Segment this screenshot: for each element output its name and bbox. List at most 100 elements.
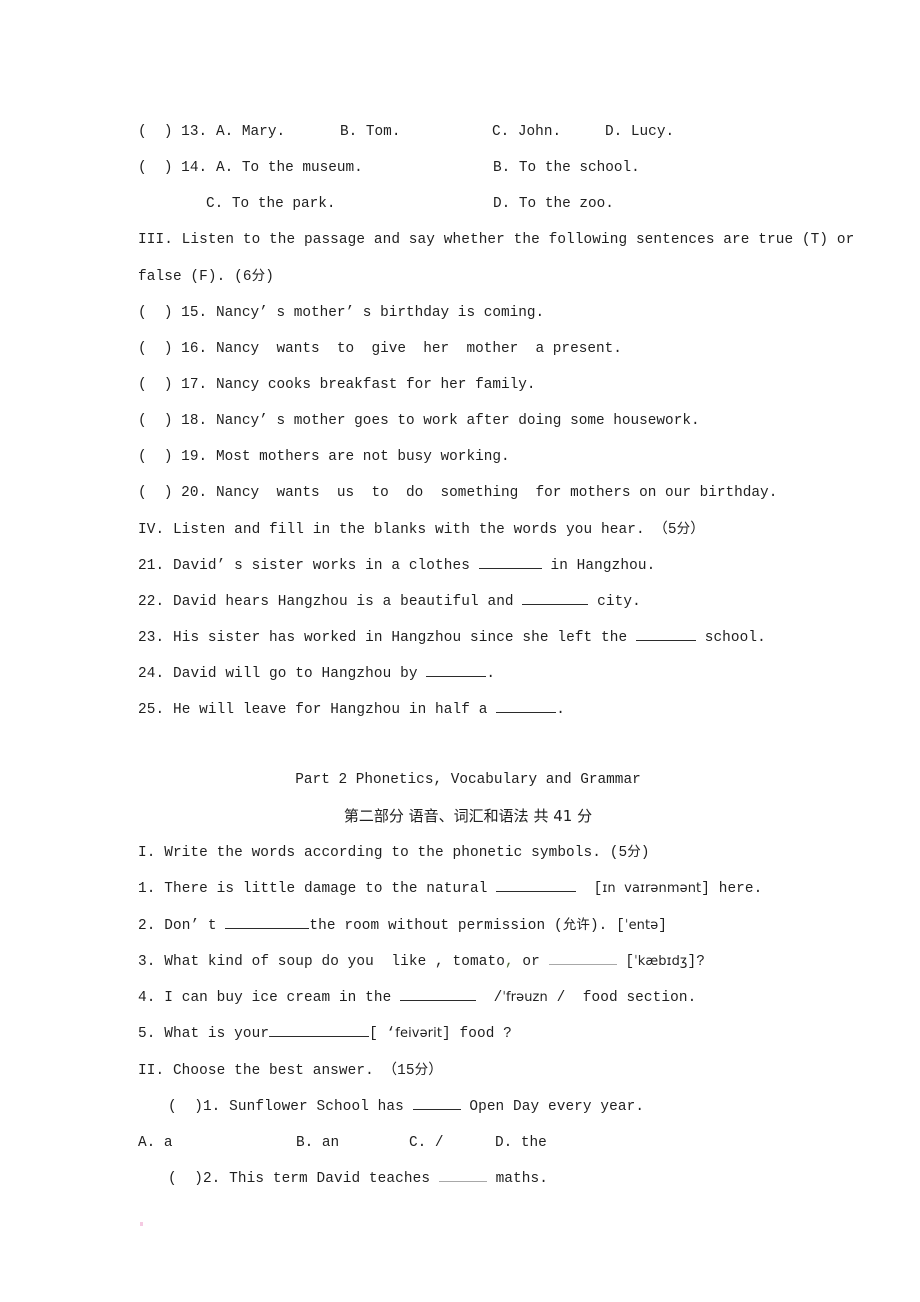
- q19-text: Most mothers are not busy working.: [216, 449, 510, 465]
- q18-marker: ( ) 18.: [138, 413, 208, 429]
- p2-number: 2.: [138, 918, 156, 934]
- part2-title-cn: 第二部分 语音、词汇和语法 共 41 分: [343, 807, 593, 825]
- phonetics-item-1: 1. There is little damage to the natural…: [138, 871, 798, 907]
- phonetics-item-5: 5. What is your [ ‘feivərit] food ?: [138, 1016, 798, 1052]
- question-23-row: 23. His sister has worked in Hangzhou si…: [138, 620, 798, 656]
- section-iv-heading: IV. Listen and fill in the blanks with t…: [138, 511, 798, 548]
- q25-before: He will leave for Hangzhou in half a: [172, 702, 497, 718]
- p3-before2: or: [513, 954, 549, 970]
- p2-before: Don’ t: [164, 918, 226, 934]
- q23-after: school.: [695, 630, 766, 646]
- p1-before: There is little damage to the natural: [164, 881, 497, 897]
- section-ii-heading-cn: 分: [414, 1062, 429, 1078]
- section-ii-heading-pre: II. Choose the best answer. （15: [138, 1063, 415, 1079]
- phonetics-item-4: 4. I can buy ice cream in the /ˈfrəuzn /…: [138, 980, 798, 1016]
- question-20-row: ( ) 20. Nancy wants us to do something f…: [138, 475, 798, 511]
- q25-number: 25.: [138, 702, 165, 718]
- p5-ipa: feivərit: [395, 1026, 443, 1041]
- q13-option-a: A. Mary.: [216, 124, 286, 140]
- p1-answer-blank[interactable]: [496, 877, 577, 892]
- p1-number: 1.: [138, 881, 156, 897]
- p5-number: 5.: [138, 1026, 156, 1042]
- q18-text: Nancy’ s mother goes to work after doing…: [216, 413, 700, 429]
- q24-after: .: [486, 666, 496, 682]
- section-i-phonetics-heading: I. Write the words according to the phon…: [138, 834, 798, 871]
- section-ii-heading-post: ）: [428, 1063, 443, 1079]
- q16-text: Nancy wants to give her mother a present…: [216, 341, 622, 357]
- p2-after-mid: ). [: [589, 918, 625, 934]
- section-i-heading-post: ): [640, 845, 650, 861]
- section-iii-heading-line2: false (F). (6分): [138, 258, 798, 295]
- q22-number: 22.: [138, 594, 165, 610]
- choose-question-1-options: A. a B. an C. / D. the: [138, 1125, 798, 1161]
- cq1-before: Sunflower School has: [220, 1099, 413, 1115]
- section-i-heading-pre: I. Write the words according to the phon…: [138, 845, 628, 861]
- question-21-row: 21. David’ s sister works in a clothes i…: [138, 548, 798, 584]
- question-14-row-2: C. To the park. D. To the zoo.: [138, 186, 798, 222]
- p1-ipa: ɪn vaɪrənmənt: [602, 881, 702, 896]
- p4-after-post: / food section.: [547, 990, 697, 1006]
- p5-before: What is your: [164, 1026, 270, 1042]
- part2-title-en: Part 2 Phonetics, Vocabulary and Grammar: [295, 772, 641, 788]
- cq2-answer-blank[interactable]: [438, 1167, 487, 1182]
- cq1-answer-blank[interactable]: [412, 1095, 461, 1110]
- q20-text: Nancy wants us to do something for mothe…: [216, 485, 778, 501]
- question-16-row: ( ) 16. Nancy wants to give her mother a…: [138, 331, 798, 367]
- p5-answer-blank[interactable]: [269, 1022, 370, 1037]
- section-ii-heading: II. Choose the best answer. （15分）: [138, 1052, 798, 1089]
- question-25-row: 25. He will leave for Hangzhou in half a…: [138, 692, 798, 728]
- q14-option-b: B. To the school.: [493, 160, 640, 176]
- choose-question-2: ( )2. This term David teaches maths.: [138, 1161, 798, 1197]
- scan-artifact-speck: [140, 1222, 143, 1226]
- q22-before: David hears Hangzhou is a beautiful and: [172, 594, 523, 610]
- cq2-before: This term David teaches: [220, 1171, 439, 1187]
- cq1-marker: ( )1.: [168, 1099, 221, 1115]
- p1-after-post: ] here.: [701, 881, 763, 897]
- q13-option-b: B. Tom.: [340, 124, 401, 140]
- section-iii-heading-pre: false (F). (6: [138, 269, 252, 285]
- cq2-after: maths.: [486, 1171, 548, 1187]
- p4-answer-blank[interactable]: [400, 986, 477, 1001]
- q20-marker: ( ) 20.: [138, 485, 208, 501]
- q13-option-c: C. John.: [492, 124, 562, 140]
- p3-answer-blank[interactable]: [548, 950, 617, 965]
- q14-option-d: D. To the zoo.: [493, 196, 614, 212]
- question-18-row: ( ) 18. Nancy’ s mother goes to work aft…: [138, 403, 798, 439]
- q14-marker: ( ) 14.: [138, 160, 208, 176]
- q23-answer-blank[interactable]: [635, 626, 696, 641]
- q24-before: David will go to Hangzhou by: [172, 666, 427, 682]
- q13-marker: ( ) 13.: [138, 124, 208, 140]
- exam-paper-page: ( ) 13. A. Mary. B. Tom. C. John. D. Luc…: [0, 0, 920, 1302]
- phonetics-item-2: 2. Don’ t the room without permission (允…: [138, 907, 798, 944]
- p4-ipa: ˈfrəuzn: [502, 990, 548, 1005]
- cq1-option-d[interactable]: D. the: [495, 1125, 547, 1161]
- question-19-row: ( ) 19. Most mothers are not busy workin…: [138, 439, 798, 475]
- section-iv-heading-cn: 分: [676, 521, 691, 537]
- p2-ipa: ˈentə: [624, 918, 659, 933]
- q22-answer-blank[interactable]: [522, 590, 589, 605]
- q15-text: Nancy’ s mother’ s birthday is coming.: [216, 305, 545, 321]
- q21-answer-blank[interactable]: [478, 554, 542, 569]
- phonetics-item-3: 3. What kind of soup do you like , tomat…: [138, 944, 798, 980]
- cq1-option-b[interactable]: B. an: [296, 1125, 409, 1161]
- q17-marker: ( ) 17.: [138, 377, 208, 393]
- q24-number: 24.: [138, 666, 165, 682]
- cq1-option-a[interactable]: A. a: [138, 1125, 296, 1161]
- q24-answer-blank[interactable]: [426, 662, 487, 677]
- p4-before: I can buy ice cream in the: [164, 990, 401, 1006]
- question-17-row: ( ) 17. Nancy cooks breakfast for her fa…: [138, 367, 798, 403]
- q21-number: 21.: [138, 558, 165, 574]
- p3-after-post: ]?: [687, 954, 706, 970]
- q23-before: His sister has worked in Hangzhou since …: [172, 630, 636, 646]
- cq1-option-c[interactable]: C. /: [409, 1125, 495, 1161]
- choose-question-1: ( )1. Sunflower School has Open Day ever…: [138, 1089, 798, 1125]
- section-i-heading-cn: 分: [627, 844, 641, 860]
- q14-option-c: C. To the park.: [206, 196, 336, 212]
- p2-answer-blank[interactable]: [225, 914, 310, 929]
- p3-number: 3.: [138, 954, 156, 970]
- q25-answer-blank[interactable]: [496, 698, 557, 713]
- p3-before: What kind of soup do you like , tomato: [164, 954, 505, 970]
- p3-ipa: ˈkæbɪdʒ: [634, 954, 688, 969]
- page-content: ( ) 13. A. Mary. B. Tom. C. John. D. Luc…: [138, 114, 854, 1197]
